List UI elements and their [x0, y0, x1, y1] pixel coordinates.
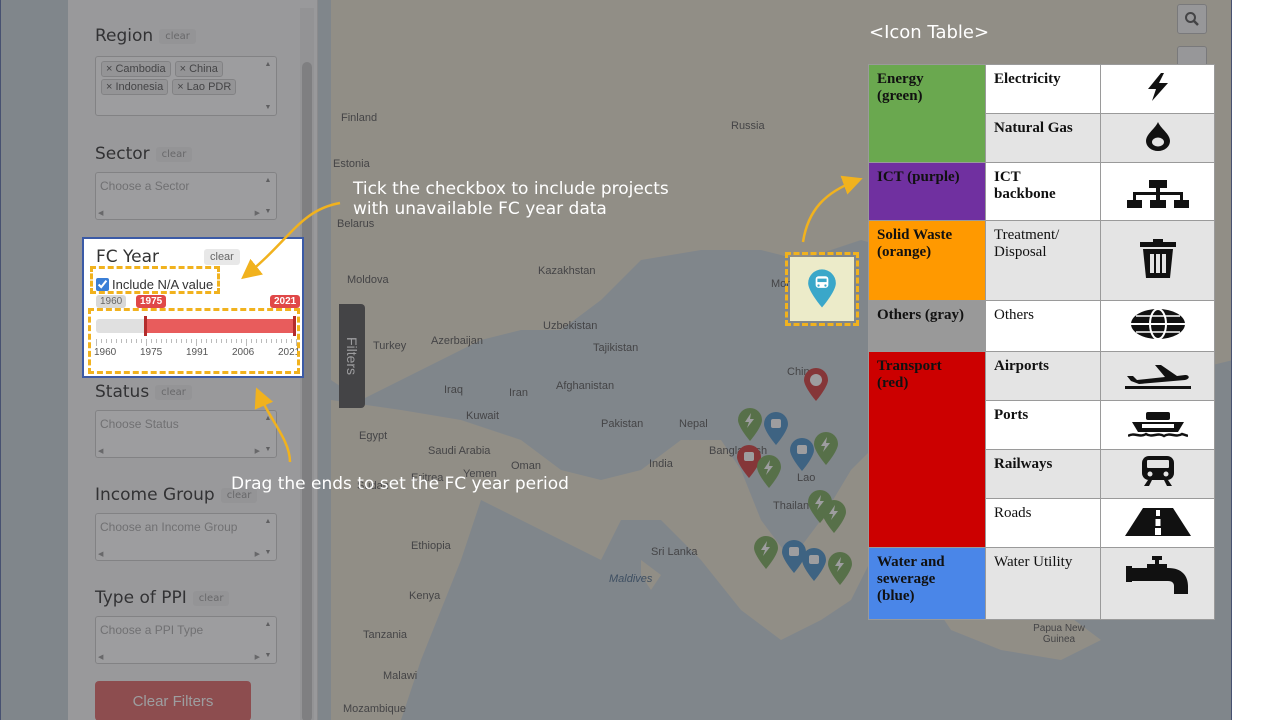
icon-cell [1100, 547, 1215, 620]
subcategory-label: Treatment/ Disposal [994, 227, 1060, 260]
subcategory-cell: Airports [985, 351, 1101, 401]
table-row: Energy (green) Electricity [868, 64, 1215, 163]
icon-cell [1100, 400, 1215, 450]
category-label: Energy (green) [877, 71, 924, 104]
icon-cell [1100, 351, 1215, 401]
checkbox-callout: Tick the checkbox to include projects wi… [353, 179, 669, 219]
checkbox-callout-line1: Tick the checkbox to include projects [353, 179, 669, 199]
category-label: Solid Waste (orange) [877, 227, 953, 260]
energy-category-cell: Energy (green) [868, 64, 986, 163]
category-label: Water and sewerage (blue) [877, 554, 945, 604]
marker-dashed-highlight [785, 252, 859, 326]
subcategory-cell: Natural Gas [985, 113, 1101, 163]
table-row: Solid Waste (orange) Treatment/ Disposal [868, 220, 1215, 301]
icon-cell [1100, 300, 1215, 352]
icon-cell [1100, 449, 1215, 499]
icon-table-title: <Icon Table> [869, 22, 990, 43]
transport-category-cell: Transport (red) [868, 351, 986, 548]
icon-cell [1100, 498, 1215, 548]
ship-icon [1126, 412, 1188, 438]
airplane-icon [1124, 365, 1191, 389]
icon-table: Energy (green) Electricity Natural Gas I… [868, 64, 1215, 620]
network-icon [1126, 180, 1189, 208]
subcategory-cell: ICT backbone [985, 162, 1101, 221]
subcategory-cell: Railways [985, 449, 1101, 499]
table-row: Others (gray) Others [868, 300, 1215, 352]
category-label: Transport (red) [877, 358, 942, 391]
waste-category-cell: Solid Waste (orange) [868, 220, 986, 301]
subcategory-cell: Treatment/ Disposal [985, 220, 1101, 301]
trash-icon [1139, 239, 1176, 278]
drag-callout: Drag the ends to set the FC year period [231, 474, 569, 494]
table-row: ICT (purple) ICT backbone [868, 162, 1215, 221]
subcategory-label: ICT backbone [994, 169, 1056, 202]
train-icon [1141, 456, 1174, 486]
subcategory-cell: Water Utility [985, 547, 1101, 620]
icon-cell [1100, 64, 1215, 114]
ict-category-cell: ICT (purple) [868, 162, 986, 221]
category-label: Others (gray) [877, 307, 965, 323]
subcategory-cell: Ports [985, 400, 1101, 450]
lightning-icon [1147, 73, 1168, 101]
icon-cell [1100, 113, 1215, 163]
icon-cell [1100, 162, 1215, 221]
subcategory-cell: Others [985, 300, 1101, 352]
checkbox-callout-line2: with unavailable FC year data [353, 199, 607, 219]
icon-cell [1100, 220, 1215, 301]
others-category-cell: Others (gray) [868, 300, 986, 352]
tutorial-slide: Russia Finland Estonia Belarus Moldova K… [0, 0, 1280, 720]
gas-flame-icon [1145, 122, 1170, 151]
globe-icon [1130, 308, 1185, 340]
faucet-icon [1125, 556, 1188, 594]
table-row: Transport (red) Airports [868, 351, 1215, 548]
subcategory-cell: Roads [985, 498, 1101, 548]
subcategory-cell: Electricity [985, 64, 1101, 114]
table-row: Water and sewerage (blue) Water Utility [868, 547, 1215, 620]
category-label: ICT (purple) [877, 169, 960, 185]
road-icon [1124, 508, 1191, 536]
water-category-cell: Water and sewerage (blue) [868, 547, 986, 620]
